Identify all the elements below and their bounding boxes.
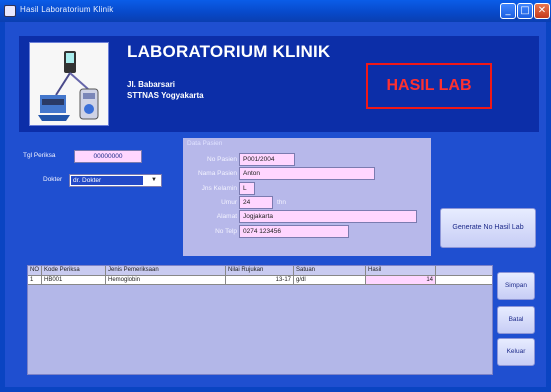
lab-logo-image <box>29 42 109 126</box>
column-header-jenis[interactable]: Jenis Pemeriksaan <box>106 266 226 275</box>
hasil-lab-badge: HASIL LAB <box>366 63 492 109</box>
column-header-kode[interactable]: Kode Periksa <box>42 266 106 275</box>
dokter-selected-value: dr. Dokter <box>71 176 143 185</box>
cell-no[interactable]: 1 <box>28 276 42 284</box>
nama-pasien-label: Nama Pasien <box>197 170 237 177</box>
batal-button[interactable]: Batal <box>497 306 535 334</box>
chevron-down-icon[interactable]: ▼ <box>148 176 160 185</box>
cell-jenis[interactable]: Hemoglobin <box>106 276 226 284</box>
lab-title: LABORATORIUM KLINIK <box>127 42 331 61</box>
column-header-no[interactable]: NO <box>28 266 42 275</box>
nama-pasien-field[interactable]: Anton <box>239 167 375 180</box>
jenis-kelamin-label: Jns Kelamin <box>201 185 237 192</box>
dokter-label: Dokter <box>43 176 63 183</box>
cell-kode[interactable]: HB001 <box>42 276 106 284</box>
cell-hasil[interactable]: 14 <box>366 276 436 284</box>
tanggal-field[interactable]: 00000000 <box>74 150 142 163</box>
column-header-hasil[interactable]: Hasil <box>366 266 436 275</box>
form-client-area: LABORATORIUM KLINIK Jl. Babarsari STTNAS… <box>5 22 546 387</box>
table-row[interactable]: 1 HB001 Hemoglobin 13-17 g/dl 14 <box>28 276 492 285</box>
no-pasien-field[interactable]: P001/2004 <box>239 153 295 166</box>
no-pasien-label: No Pasien <box>207 156 237 163</box>
no-telp-field[interactable]: 0274 123456 <box>239 225 349 238</box>
patient-info-box: Data Pasien No Pasien P001/2004 Nama Pas… <box>183 138 431 256</box>
tanggal-label: Tgl Periksa <box>23 152 56 159</box>
cell-nilai-rujukan[interactable]: 13-17 <box>226 276 294 284</box>
main-panel: Tgl Periksa 00000000 Dokter dr. Dokter ▼… <box>19 134 539 384</box>
umur-field[interactable]: 24 <box>239 196 273 209</box>
lab-address: Jl. Babarsari <box>127 80 176 89</box>
simpan-button[interactable]: Simpan <box>497 272 535 300</box>
grid-header: NO Kode Periksa Jenis Pemeriksaan Nilai … <box>28 266 492 276</box>
window-title: Hasil Laboratorium Klinik <box>20 5 114 14</box>
jenis-kelamin-field[interactable]: L <box>239 182 255 195</box>
alamat-label: Alamat <box>216 213 237 220</box>
hasil-grid[interactable]: NO Kode Periksa Jenis Pemeriksaan Nilai … <box>27 265 493 375</box>
umur-unit: thn <box>277 199 287 206</box>
cell-satuan[interactable]: g/dl <box>294 276 366 284</box>
column-header-satuan[interactable]: Satuan <box>294 266 366 275</box>
minimize-button[interactable]: _ <box>500 3 516 19</box>
tanggal-value: 00000000 <box>93 153 123 160</box>
lab-city: STTNAS Yogyakarta <box>127 91 204 100</box>
keluar-button[interactable]: Keluar <box>497 338 535 366</box>
patient-box-header: Data Pasien <box>187 140 223 147</box>
window-frame: LABORATORIUM KLINIK Jl. Babarsari STTNAS… <box>0 22 551 392</box>
no-telp-label: No Telp <box>215 228 237 235</box>
app-icon <box>4 5 16 17</box>
lab-header: LABORATORIUM KLINIK Jl. Babarsari STTNAS… <box>19 36 539 132</box>
dokter-select[interactable]: dr. Dokter ▼ <box>69 174 162 187</box>
generate-no-hasil-button[interactable]: Generate No Hasil Lab <box>440 208 536 248</box>
close-button[interactable]: ✕ <box>534 3 550 19</box>
alamat-field[interactable]: Jogjakarta <box>239 210 417 223</box>
title-bar: Hasil Laboratorium Klinik _ □ ✕ <box>0 0 551 22</box>
maximize-button[interactable]: □ <box>517 3 533 19</box>
umur-label: Umur <box>221 199 237 206</box>
column-header-nilai-rujukan[interactable]: Nilai Rujukan <box>226 266 294 275</box>
